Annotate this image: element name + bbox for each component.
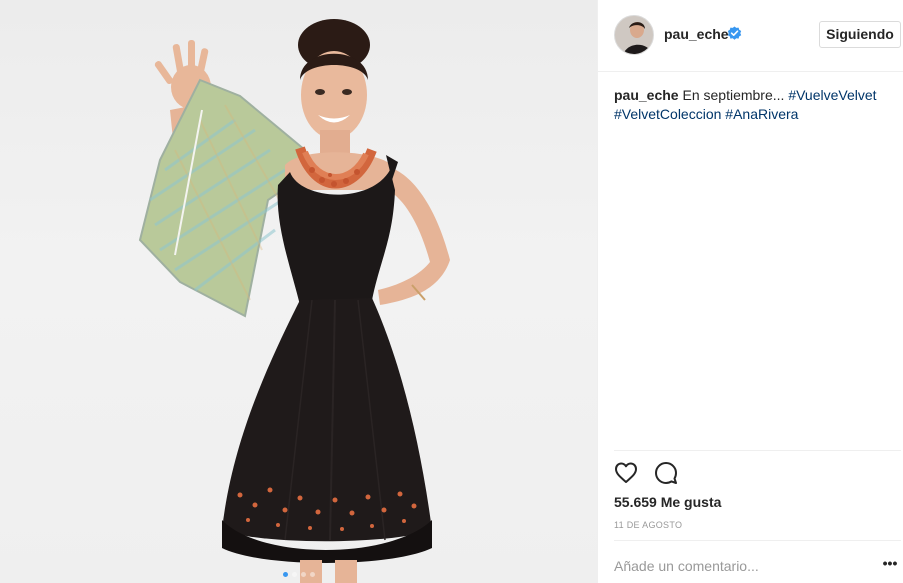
hashtag-link[interactable]: #VuelveVelvet xyxy=(788,87,876,103)
heart-icon[interactable] xyxy=(613,460,639,486)
verified-badge-icon xyxy=(727,26,742,40)
comment-icon[interactable] xyxy=(653,460,679,486)
header-username[interactable]: pau_eche xyxy=(664,26,729,42)
post-header: pau_eche Siguiendo xyxy=(598,0,903,72)
post-sidebar: pau_eche Siguiendo pau_eche En septiembr… xyxy=(597,0,903,583)
carousel-dot xyxy=(309,572,315,577)
divider xyxy=(614,450,901,451)
post-image xyxy=(138,19,450,583)
more-options-button[interactable]: ••• xyxy=(881,556,899,574)
hashtag-link[interactable]: #VelvetColeccion xyxy=(614,106,721,122)
carousel-dot-active xyxy=(282,572,288,577)
hashtag-link[interactable]: #AnaRivera xyxy=(725,106,798,122)
post-date[interactable]: 11 DE AGOSTO xyxy=(614,520,682,530)
avatar[interactable] xyxy=(614,15,654,55)
post-photo[interactable] xyxy=(0,0,597,583)
comment-input[interactable] xyxy=(614,556,854,576)
following-button[interactable]: Siguiendo xyxy=(819,21,901,48)
avatar-image xyxy=(615,16,653,54)
caption-text: En septiembre... xyxy=(682,87,785,103)
carousel-dot xyxy=(291,572,297,577)
divider xyxy=(614,540,901,541)
carousel-dot xyxy=(300,572,306,577)
likes-count[interactable]: 55.659 Me gusta xyxy=(614,494,721,510)
post-caption: pau_eche En septiembre... #VuelveVelvet … xyxy=(614,86,894,124)
carousel-indicator xyxy=(0,572,597,578)
caption-username[interactable]: pau_eche xyxy=(614,87,679,103)
